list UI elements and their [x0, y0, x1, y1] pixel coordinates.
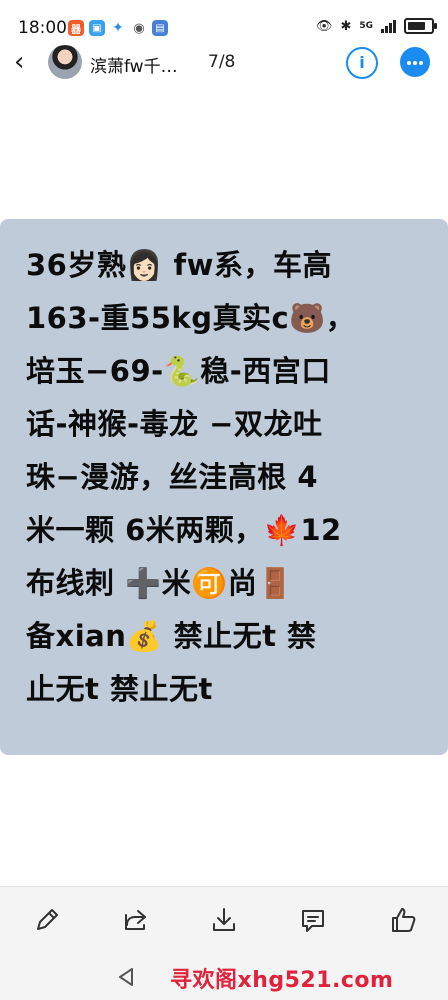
comment-icon [302, 910, 324, 932]
watermark-text: 寻欢阁xhg521.com [170, 968, 394, 993]
edit-icon [37, 909, 58, 930]
edit-button[interactable] [30, 903, 64, 937]
comment-button[interactable] [296, 903, 330, 937]
more-options-button[interactable] [400, 47, 430, 77]
status-bar: 18:00 器 ▣ ✦ ◉ ▤ 👁 ✱ 5G [0, 0, 448, 40]
image-text: 36岁熟👩🏻 fw系，车高 163-重55kg真实c🐻， 培玉−69-🐍稳-西宫… [26, 248, 356, 706]
post-image[interactable]: 36岁熟👩🏻 fw系，车高 163-重55kg真实c🐻， 培玉−69-🐍稳-西宫… [0, 219, 448, 755]
like-icon [392, 908, 416, 932]
status-indicators: 👁 ✱ 5G [315, 18, 437, 34]
info-button[interactable]: i [346, 47, 378, 79]
network-type: 5G [359, 21, 373, 31]
wechat-notification-icon: ◉ [131, 20, 147, 36]
status-time: 18:00 [18, 18, 67, 38]
battery-icon [404, 18, 437, 34]
chat-header: ‹ 滨萧fw千… 7/8 i [0, 40, 448, 86]
download-button[interactable] [207, 903, 241, 937]
bluetooth-icon: ✱ [340, 18, 352, 34]
share-icon [125, 910, 146, 930]
signal-icon [381, 19, 396, 33]
avatar[interactable] [48, 45, 82, 79]
chat-title[interactable]: 滨萧fw千… [90, 52, 178, 77]
pinwheel-notification-icon: ✦ [110, 20, 126, 36]
image-viewer[interactable]: 36岁熟👩🏻 fw系，车高 163-重55kg真实c🐻， 培玉−69-🐍稳-西宫… [0, 86, 448, 886]
nav-back-icon[interactable] [116, 966, 136, 988]
system-nav-bar: 寻欢阁xhg521.com [0, 954, 448, 1000]
share-button[interactable] [118, 903, 152, 937]
file-notification-icon: ▤ [152, 20, 168, 36]
page-indicator: 7/8 [208, 52, 236, 72]
back-arrow-icon[interactable]: ‹ [14, 49, 36, 75]
bottom-toolbar [0, 886, 448, 955]
eye-icon: 👁 [315, 18, 333, 34]
app-notification-icon: 器 [68, 20, 84, 36]
download-icon [213, 908, 235, 931]
notification-icons: 器 ▣ ✦ ◉ ▤ [68, 20, 168, 36]
like-button[interactable] [386, 903, 420, 937]
book-notification-icon: ▣ [89, 20, 105, 36]
